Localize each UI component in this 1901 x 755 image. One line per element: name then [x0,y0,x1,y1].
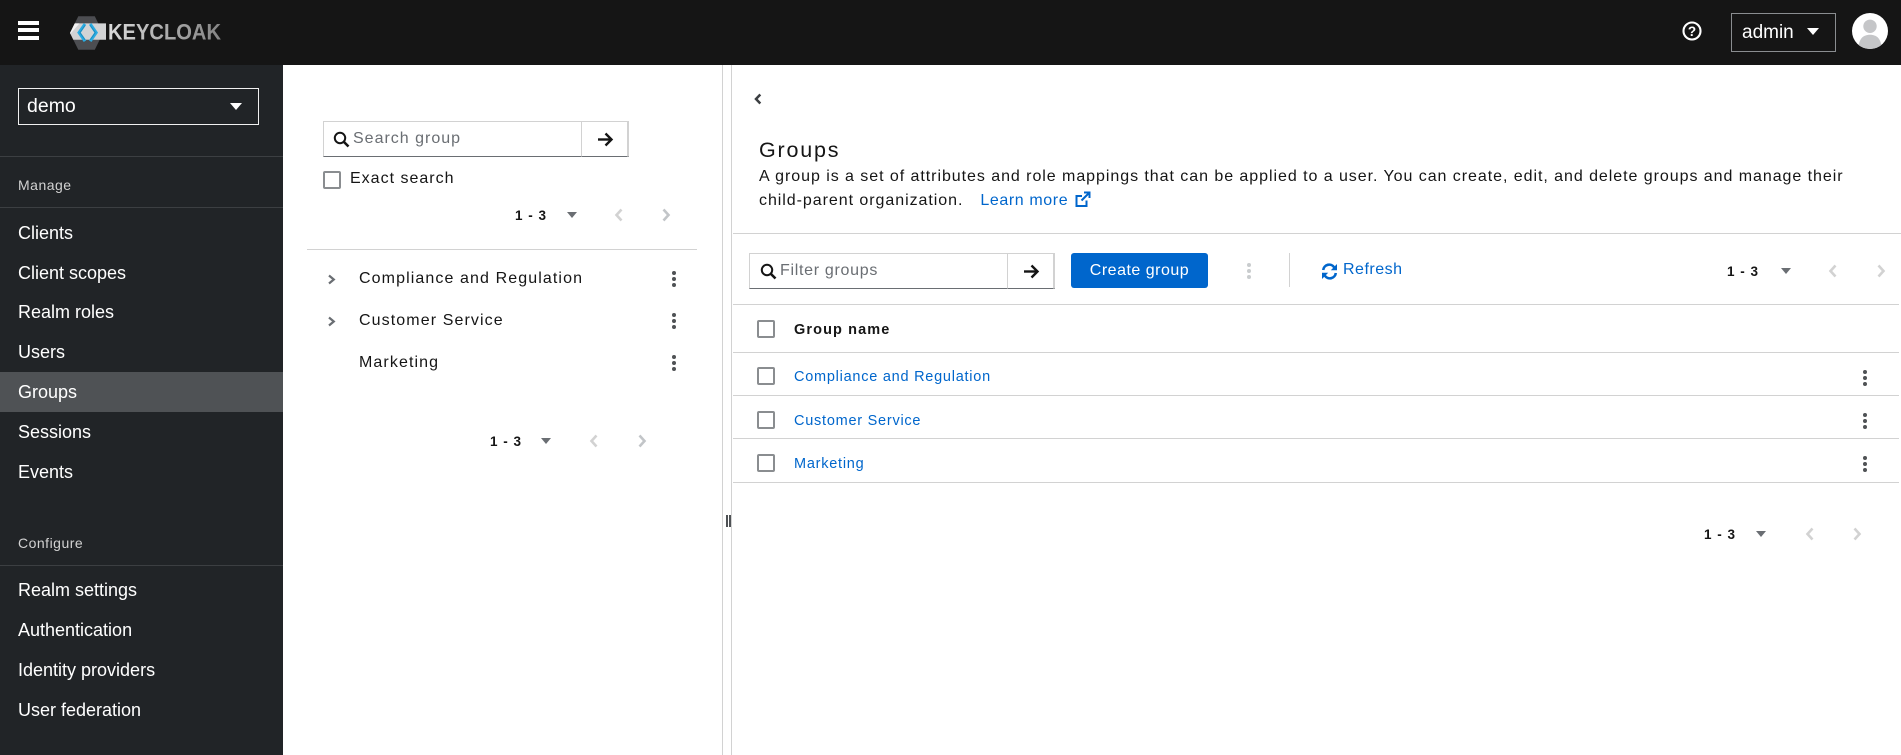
svg-text:?: ? [1688,23,1696,38]
svg-text:KEYCLOAK: KEYCLOAK [108,20,222,45]
